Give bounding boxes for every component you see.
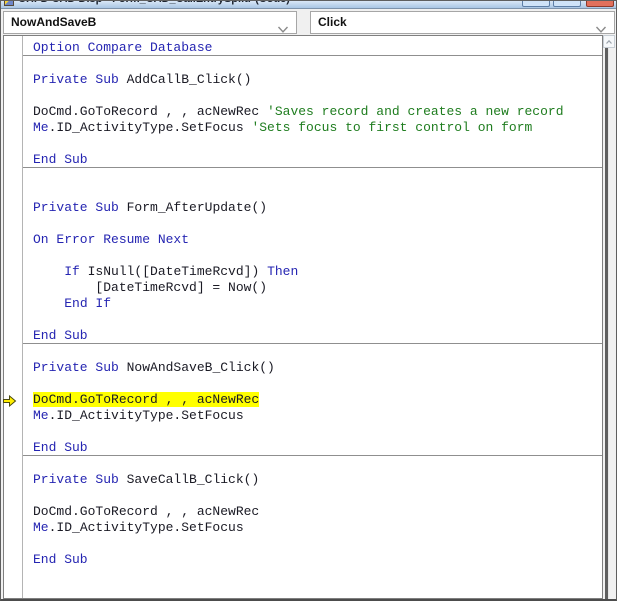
code-line: Private Sub Form_AfterUpdate() <box>33 200 268 215</box>
code-line: Me.ID_ActivityType.SetFocus <box>33 520 244 535</box>
code-line: DoCmd.GoToRecord , , acNewRec 'Saves rec… <box>33 104 564 119</box>
scroll-up-button[interactable] <box>603 35 615 48</box>
code-line: End Sub <box>23 440 602 456</box>
window-title: CHFD CAD Disp - Form_CAD_CallEntrySplitr… <box>18 1 290 5</box>
code-line: DoCmd.GoToRecord , , acNewRec <box>33 504 260 519</box>
code-line: DoCmd.GoToRecord , , acNewRec <box>23 392 602 408</box>
margin-indicator-bar[interactable] <box>3 36 23 598</box>
code-line: Me.ID_ActivityType.SetFocus <box>33 408 244 423</box>
code-line: End Sub <box>23 152 602 168</box>
highlighted-statement: DoCmd.GoToRecord , , acNewRec <box>33 392 260 407</box>
code-editor[interactable]: Option Compare Database Private Sub AddCa… <box>23 36 602 598</box>
code-line: Option Compare Database <box>23 40 602 56</box>
vbe-code-window: CHFD CAD Disp - Form_CAD_CallEntrySplitr… <box>0 0 617 601</box>
maximize-button[interactable] <box>553 1 581 7</box>
code-line: Private Sub AddCallB_Click() <box>33 72 252 87</box>
object-combobox[interactable]: NowAndSaveB <box>3 11 297 34</box>
chevron-down-icon[interactable] <box>277 20 289 33</box>
close-button[interactable] <box>586 1 614 7</box>
code-line: On Error Resume Next <box>33 232 190 247</box>
code-line: [DateTimeRcvd] = Now() <box>33 280 268 295</box>
code-line: End Sub <box>23 328 602 344</box>
procedure-combobox-value: Click <box>318 15 347 29</box>
code-line: Private Sub NowAndSaveB_Click() <box>33 360 275 375</box>
window-titlebar[interactable]: CHFD CAD Disp - Form_CAD_CallEntrySplitr… <box>1 1 616 9</box>
window-controls <box>522 1 614 7</box>
object-combobox-value: NowAndSaveB <box>11 15 97 29</box>
code-line: End If <box>64 296 112 311</box>
code-line: If IsNull([DateTimeRcvd]) Then <box>64 264 299 279</box>
vertical-scrollbar[interactable] <box>603 35 615 599</box>
form-code-icon <box>4 1 14 6</box>
code-line: End Sub <box>33 552 88 567</box>
procedure-combobox[interactable]: Click <box>310 11 615 34</box>
code-line: Me.ID_ActivityType.SetFocus 'Sets focus … <box>33 120 533 135</box>
minimize-button[interactable] <box>522 1 550 7</box>
chevron-down-icon[interactable] <box>595 20 607 33</box>
next-statement-arrow-icon <box>3 394 17 408</box>
code-window-header: NowAndSaveB Click <box>1 9 616 35</box>
code-line: Private Sub SaveCallB_Click() <box>33 472 260 487</box>
code-pane: Option Compare Database Private Sub AddCa… <box>3 35 603 599</box>
scrollbar-thumb[interactable] <box>605 48 609 599</box>
